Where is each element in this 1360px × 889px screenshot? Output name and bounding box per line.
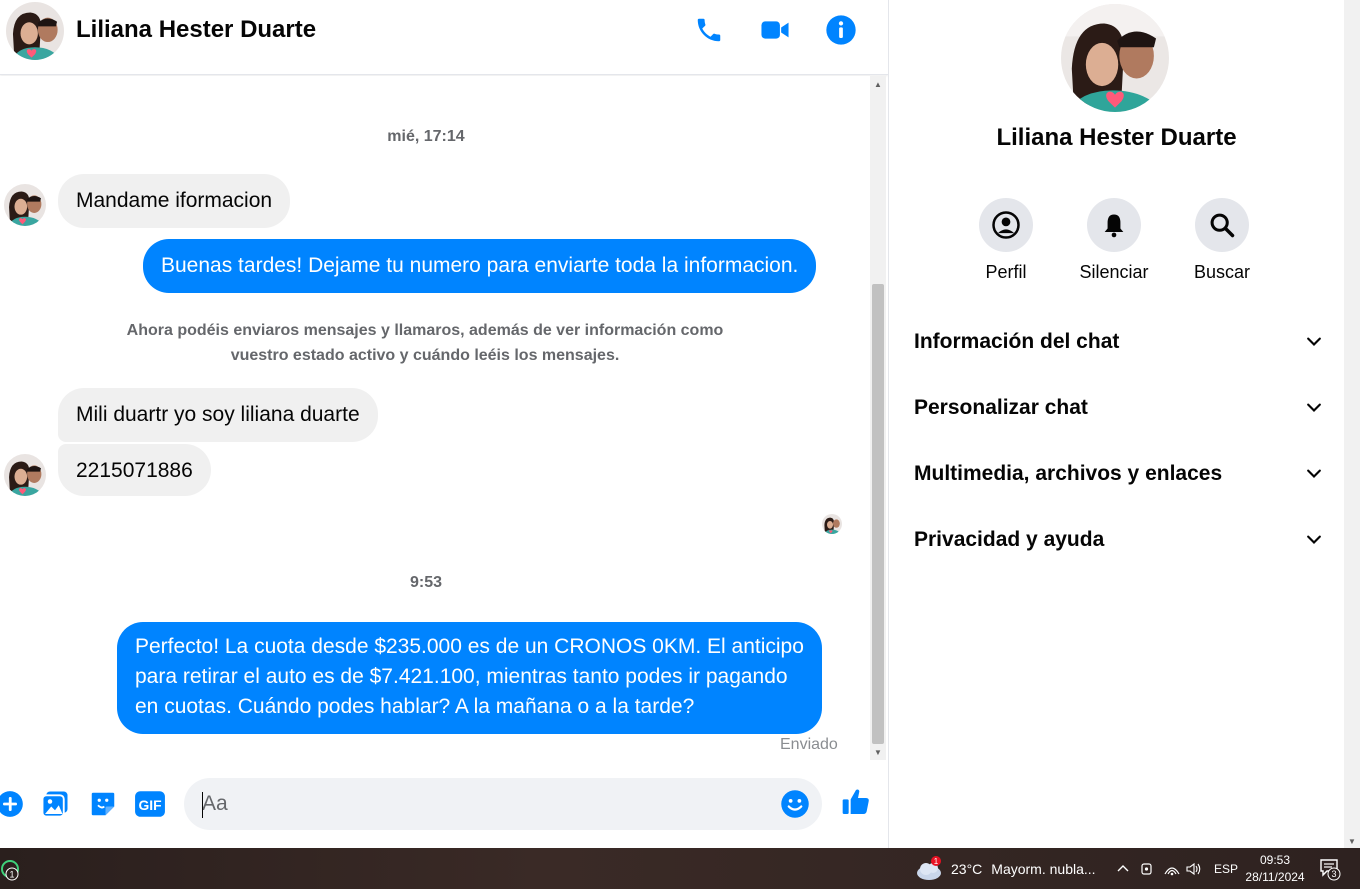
section-customize-chat[interactable]: Personalizar chat <box>914 388 1324 428</box>
video-call-button[interactable] <box>755 10 795 50</box>
clock[interactable]: 09:53 28/11/2024 <box>1245 848 1305 889</box>
plus-icon <box>0 791 23 817</box>
incoming-message[interactable]: Mandame iformacion <box>58 174 291 228</box>
profile-icon <box>992 211 1020 239</box>
more-actions-button[interactable] <box>0 788 26 820</box>
search-action-label: Buscar <box>1193 262 1251 282</box>
message-input[interactable] <box>184 778 822 830</box>
section-title: Información del chat <box>914 330 1120 353</box>
video-icon <box>761 21 789 39</box>
profile-photo[interactable] <box>1061 4 1169 112</box>
search-icon <box>1210 213 1235 238</box>
weather-description: Mayorm. nubla... <box>991 860 1096 877</box>
panel-contact-name: Liliana Hester Duarte <box>996 124 1237 151</box>
notification-center-button[interactable]: 3 <box>1318 848 1342 889</box>
meet-now-icon <box>1141 862 1152 875</box>
chat-notification-icon: 3 <box>1320 858 1341 880</box>
outgoing-message[interactable]: Perfecto! La cuota desde $235.000 es de … <box>117 622 822 734</box>
section-title: Multimedia, archivos y enlaces <box>914 462 1223 485</box>
timestamp: 9:53 <box>409 574 443 591</box>
gif-label: GIF <box>138 797 161 813</box>
tray-chevron[interactable] <box>1116 848 1130 889</box>
text-caret <box>202 792 203 818</box>
info-icon <box>826 15 856 45</box>
mute-action-label: Silenciar <box>1079 262 1149 282</box>
system-notice-line: Ahora podéis enviaros mensajes y llamaro… <box>126 322 724 339</box>
profile-action-circle[interactable] <box>979 198 1033 252</box>
chevron-down-icon <box>1307 403 1321 413</box>
profile-action[interactable]: Perfil <box>961 198 1051 283</box>
sender-avatar[interactable] <box>4 184 46 226</box>
like-icon <box>842 789 869 814</box>
conversation-info-button[interactable] <box>821 10 861 50</box>
gif-icon: GIF <box>135 791 165 817</box>
chevron-down-icon <box>1307 535 1321 545</box>
section-privacy-help[interactable]: Privacidad y ayuda <box>914 520 1324 560</box>
notification-app-icon: 1 <box>1 859 19 880</box>
scroll-thumb[interactable] <box>872 284 884 744</box>
sent-status: Enviado <box>780 736 838 753</box>
gif-button[interactable]: GIF <box>134 788 166 820</box>
scroll-down-arrow-icon[interactable]: ▼ <box>1348 837 1356 846</box>
tray-meet-now[interactable] <box>1140 848 1154 889</box>
contact-avatar[interactable] <box>6 2 64 60</box>
clock-date: 28/11/2024 <box>1245 869 1305 884</box>
message-line: para retirar el auto es de $7.421.100, m… <box>135 665 788 688</box>
attach-image-button[interactable] <box>39 788 71 820</box>
mute-action[interactable]: Silenciar <box>1069 198 1159 283</box>
mute-action-circle[interactable] <box>1087 198 1141 252</box>
temperature: 23°C <box>951 860 983 877</box>
emoji-icon[interactable] <box>780 789 810 819</box>
chevron-up-icon <box>1117 864 1129 871</box>
composer: GIF <box>0 760 888 848</box>
chat-header: Liliana Hester Duarte <box>0 0 888 75</box>
chat-info-panel: Liliana Hester Duarte Perfil Silenciar B… <box>889 0 1344 848</box>
section-title: Personalizar chat <box>914 396 1088 419</box>
tray-network[interactable] <box>1164 848 1180 889</box>
section-title: Privacidad y ayuda <box>914 528 1105 551</box>
message-scrollbar[interactable]: ▲ ▼ <box>870 76 886 760</box>
sticker-icon <box>91 792 115 816</box>
scroll-up-arrow-icon[interactable]: ▲ <box>870 76 886 92</box>
call-button[interactable] <box>689 10 729 50</box>
search-action[interactable]: Buscar <box>1177 198 1267 283</box>
outgoing-message[interactable]: Buenas tardes! Dejame tu numero para env… <box>143 239 817 293</box>
contact-name[interactable]: Liliana Hester Duarte <box>76 16 316 44</box>
message-line: Perfecto! La cuota desde $235.000 es de … <box>135 635 804 658</box>
wifi-icon <box>1164 866 1180 875</box>
chevron-down-icon <box>1307 469 1321 479</box>
incoming-message[interactable]: Mili duartr yo soy liliana duarte <box>58 388 378 442</box>
seen-indicator-avatar <box>822 514 842 534</box>
sender-avatar[interactable] <box>4 454 46 496</box>
bell-icon <box>1104 214 1124 238</box>
chevron-down-icon <box>1307 337 1321 347</box>
message-line: en cuotas. Cuándo podes hablar? A la mañ… <box>135 695 695 718</box>
clock-time: 09:53 <box>1259 852 1291 867</box>
incoming-message[interactable]: 2215071886 <box>58 444 211 496</box>
like-button[interactable] <box>840 786 872 818</box>
app-badge-count: 1 <box>9 869 14 879</box>
profile-action-label: Perfil <box>985 262 1027 282</box>
scroll-down-arrow-icon[interactable]: ▼ <box>870 744 886 760</box>
section-media-files-links[interactable]: Multimedia, archivos y enlaces <box>914 454 1324 494</box>
timestamp: mié, 17:14 <box>387 128 465 145</box>
weather-badge: 1 <box>934 857 939 866</box>
search-action-circle[interactable] <box>1195 198 1249 252</box>
windows-taskbar: 1 1 23°C Mayorm. nubla... ESP 09:53 28/1… <box>0 848 1360 889</box>
input-language[interactable]: ESP <box>1214 848 1238 889</box>
tray-volume[interactable] <box>1186 848 1202 889</box>
taskbar-app-button[interactable]: 1 <box>0 848 22 889</box>
cloud-icon: 1 <box>917 855 941 880</box>
message-list[interactable]: mié, 17:14 Mandame iformacion Buenas tar… <box>0 76 870 760</box>
panel-scrollbar[interactable]: ▼ <box>1344 0 1360 848</box>
system-notice-line: vuestro estado activo y cuándo leéis los… <box>230 347 620 364</box>
image-icon <box>41 791 68 818</box>
section-chat-info[interactable]: Información del chat <box>914 322 1324 362</box>
phone-icon <box>697 18 721 42</box>
speaker-icon <box>1186 862 1201 875</box>
system-notice: Ahora podéis enviaros mensajes y llamaro… <box>90 318 760 368</box>
weather-widget[interactable]: 1 23°C Mayorm. nubla... <box>914 848 1096 889</box>
sticker-button[interactable] <box>87 788 119 820</box>
notification-badge: 3 <box>1331 869 1336 879</box>
